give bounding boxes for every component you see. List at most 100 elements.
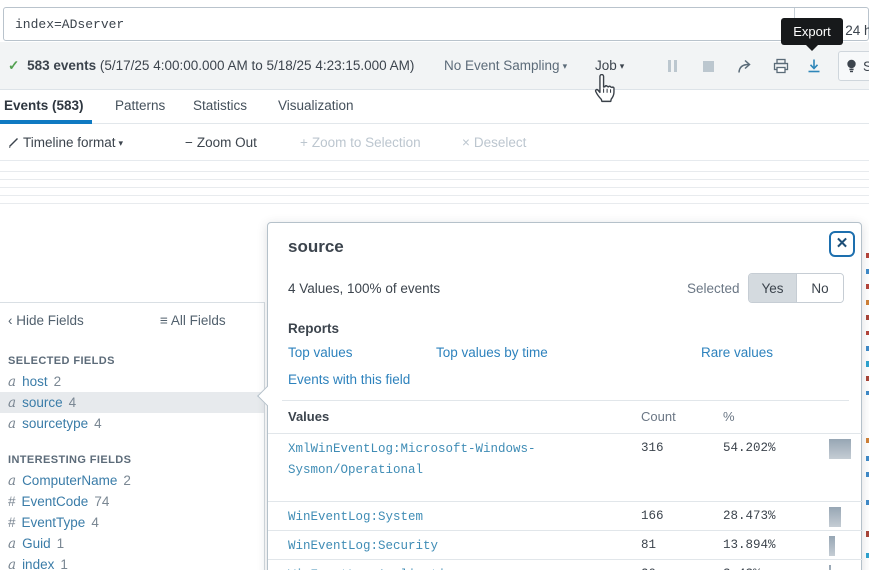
field-item-eventtype[interactable]: # EventType 4 xyxy=(0,512,264,533)
plus-icon: + xyxy=(300,135,308,150)
value-count: 166 xyxy=(641,509,664,523)
percent-bar xyxy=(829,507,841,527)
search-mode-label: S xyxy=(863,58,869,74)
export-button[interactable] xyxy=(803,56,825,76)
all-fields-label: All Fields xyxy=(170,313,226,328)
field-type-icon: a xyxy=(8,374,17,390)
popup-summary: 4 Values, 100% of events xyxy=(288,281,441,296)
field-type-icon: # xyxy=(8,515,16,530)
tab-patterns[interactable]: Patterns xyxy=(115,98,165,113)
job-menu[interactable]: Job ▾ xyxy=(595,58,624,73)
report-link-top-values-by-time[interactable]: Top values by time xyxy=(436,345,548,360)
export-tooltip-label: Export xyxy=(793,24,831,39)
field-type-icon: # xyxy=(8,494,16,509)
field-type-icon: a xyxy=(8,473,17,489)
report-link-events-with-field[interactable]: Events with this field xyxy=(288,372,410,387)
field-item-guid[interactable]: a Guid 1 xyxy=(0,533,264,554)
selected-toggle-label: Selected xyxy=(687,281,740,296)
value-percent: 54.202% xyxy=(723,441,776,455)
event-sampling-menu[interactable]: No Event Sampling ▾ xyxy=(444,58,567,73)
field-item-computername[interactable]: a ComputerName 2 xyxy=(0,470,264,491)
field-item-index[interactable]: a index 1 xyxy=(0,554,264,570)
report-link-rare-values[interactable]: Rare values xyxy=(701,345,773,360)
chevron-down-icon: ▾ xyxy=(118,138,124,148)
event-sampling-label: No Event Sampling xyxy=(444,58,560,73)
field-type-icon: a xyxy=(8,395,17,411)
print-icon xyxy=(773,58,789,74)
splunk-search-page: index=ADserver Last 24 ho Export ✓ 583 e… xyxy=(0,0,869,570)
search-mode-selector[interactable]: S xyxy=(838,51,869,81)
value-link[interactable]: WinEventLog:Security xyxy=(288,536,588,557)
field-name: index xyxy=(22,557,55,570)
share-icon xyxy=(738,59,751,73)
pause-button[interactable] xyxy=(661,56,683,76)
percent-bar xyxy=(829,439,851,459)
lightbulb-icon xyxy=(847,59,856,72)
tab-statistics[interactable]: Statistics xyxy=(193,98,247,113)
deselect-label: Deselect xyxy=(473,135,527,150)
zoom-to-selection-label: Zoom to Selection xyxy=(311,135,421,150)
value-count: 81 xyxy=(641,538,657,552)
field-item-host[interactable]: a host 2 xyxy=(0,371,264,392)
field-count: 74 xyxy=(94,494,110,509)
stop-button[interactable] xyxy=(697,56,719,76)
tab-events[interactable]: Events (583) xyxy=(4,98,84,113)
job-label: Job xyxy=(595,58,617,73)
field-type-icon: a xyxy=(8,536,17,552)
pencil-icon xyxy=(9,138,18,148)
events-status: ✓ 583 events (5/17/25 4:00:00.000 AM to … xyxy=(8,58,414,74)
fields-sidebar: ‹ Hide Fields ≡ All Fields SELECTED FIEL… xyxy=(0,302,265,570)
value-link[interactable]: XmlWinEventLog:Microsoft-Windows-Sysmon/… xyxy=(288,439,588,481)
list-icon: ≡ xyxy=(160,313,168,328)
field-name: EventCode xyxy=(21,494,89,509)
zoom-to-selection-button[interactable]: + Zoom to Selection xyxy=(300,135,421,150)
search-bar[interactable]: index=ADserver Last 24 ho xyxy=(3,7,869,41)
timeline-toolbar: Timeline format ▾ − Zoom Out + Zoom to Sele… xyxy=(0,124,869,161)
values-table: XmlWinEventLog:Microsoft-Windows-Sysmon/… xyxy=(268,433,863,570)
table-row: XmlWinEventLog:Microsoft-Windows-Sysmon/… xyxy=(268,433,863,501)
field-count: 4 xyxy=(94,416,102,431)
values-table-header: Values Count % xyxy=(268,409,863,433)
report-link-top-values[interactable]: Top values xyxy=(288,345,353,360)
field-type-icon: a xyxy=(8,416,17,432)
selected-fields-header: SELECTED FIELDS xyxy=(8,355,115,367)
print-button[interactable] xyxy=(770,56,792,76)
share-button[interactable] xyxy=(734,56,756,76)
field-item-sourcetype[interactable]: a sourcetype 4 xyxy=(0,413,264,434)
field-name: EventType xyxy=(21,515,86,530)
field-count: 4 xyxy=(68,395,77,410)
field-count: 2 xyxy=(123,473,131,488)
value-link[interactable]: WinEventLog:Application xyxy=(288,565,588,570)
count-column-header: Count xyxy=(641,409,676,424)
event-count: 583 events xyxy=(27,58,97,73)
value-percent: 13.894% xyxy=(723,538,776,552)
timeline-chart[interactable] xyxy=(0,161,869,211)
table-row: WinEventLog:Application 20 3.43% xyxy=(268,559,863,570)
field-name: Guid xyxy=(22,536,51,551)
close-button[interactable]: ✕ xyxy=(829,231,855,257)
mouse-cursor-icon xyxy=(591,73,617,109)
timeline-format-menu[interactable]: Timeline format ▾ xyxy=(8,135,123,150)
value-link[interactable]: WinEventLog:System xyxy=(288,507,588,528)
search-input[interactable]: index=ADserver xyxy=(15,17,124,32)
results-tabs: Events (583) Patterns Statistics Visuali… xyxy=(0,90,869,124)
chevron-down-icon: ▾ xyxy=(562,61,568,71)
all-fields-button[interactable]: ≡ All Fields xyxy=(160,313,226,328)
chevron-left-icon: ‹ xyxy=(8,313,13,328)
field-name: sourcetype xyxy=(22,416,89,431)
zoom-out-button[interactable]: − Zoom Out xyxy=(185,135,257,150)
field-item-eventcode[interactable]: # EventCode 74 xyxy=(0,491,264,512)
percent-bar xyxy=(829,565,831,570)
deselect-button[interactable]: × Deselect xyxy=(462,135,526,150)
tab-visualization[interactable]: Visualization xyxy=(278,98,354,113)
export-icon xyxy=(808,59,820,73)
hide-fields-label: Hide Fields xyxy=(16,313,84,328)
selected-no-button[interactable]: No xyxy=(796,274,843,302)
field-item-source[interactable]: a source 4 xyxy=(0,392,264,413)
event-time-range: (5/17/25 4:00:00.000 AM to 5/18/25 4:23:… xyxy=(99,58,415,73)
hide-fields-button[interactable]: ‹ Hide Fields xyxy=(8,313,84,328)
success-check-icon: ✓ xyxy=(8,58,20,73)
interesting-fields-header: INTERESTING FIELDS xyxy=(8,454,132,466)
selected-yes-button[interactable]: Yes xyxy=(749,274,796,302)
value-count: 316 xyxy=(641,441,664,455)
